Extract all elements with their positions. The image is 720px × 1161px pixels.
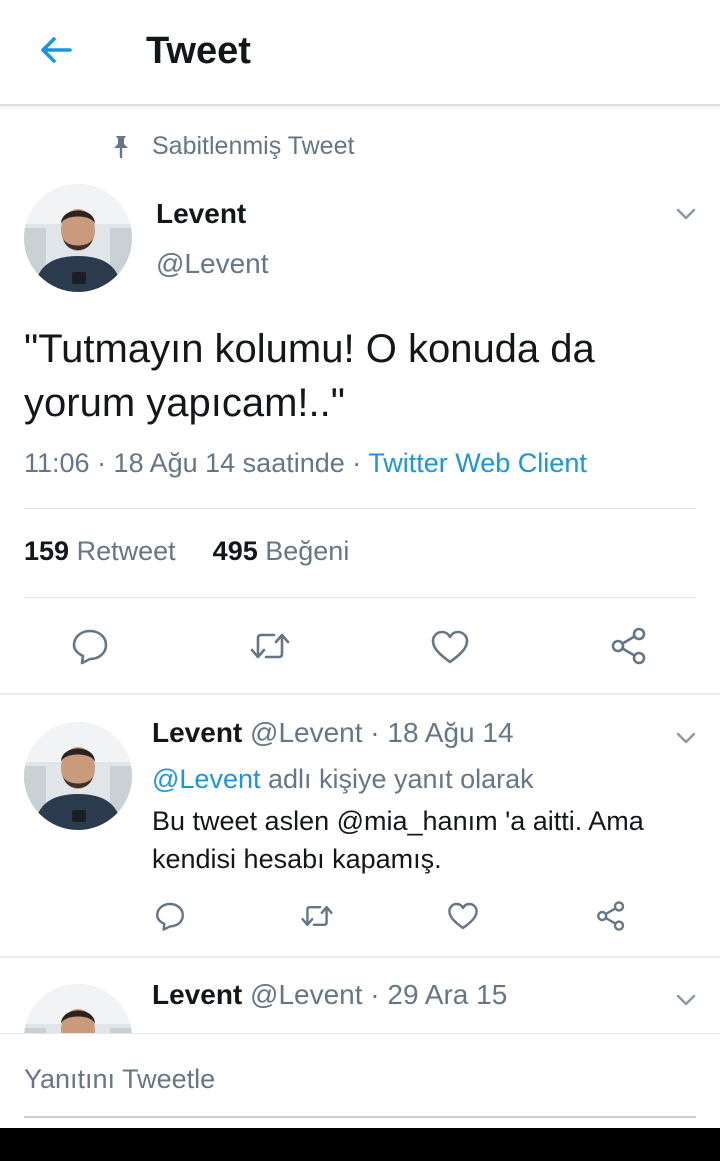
chevron-down-icon[interactable] [674,726,698,750]
author-handle-date[interactable]: @Levent · 29 Ara 15 [250,979,507,1010]
divider [24,597,696,598]
retweet-button[interactable] [248,626,292,666]
reply-header: Levent @Levent · 18 Ağu 14 [152,717,514,749]
heart-icon [448,902,478,930]
retweet-button[interactable] [299,900,335,932]
share-icon [611,627,646,665]
reply-icon [72,629,108,665]
heart-icon [431,630,469,664]
tweet-metadata: 11:06 · 18 Ağu 14 saatinde · Twitter Web… [24,448,587,479]
retweet-icon [250,633,290,659]
share-button[interactable] [595,900,627,932]
like-button[interactable] [446,900,480,932]
separator [0,956,720,958]
pin-icon [114,136,128,159]
back-button[interactable] [36,30,76,70]
reply-button[interactable] [70,626,110,666]
pinned-label: Sabitlenmiş Tweet [152,131,355,160]
chevron-down-icon[interactable] [674,988,698,1012]
engagement-stats: 159 Retweet 495 Beğeni [24,536,349,567]
mention-link[interactable]: @Levent [152,764,260,794]
retweet-icon [301,906,333,926]
top-app-bar: Tweet [0,0,720,106]
reply-header: Levent @Levent · 29 Ara 15 [152,979,507,1011]
reply-text: Bu tweet aslen @mia_hanım 'a aitti. Ama … [152,806,644,874]
tweet-text: "Tutmayın kolumu! O konuda da yorum yapı… [24,327,595,425]
retweet-count[interactable]: 159 [24,536,69,566]
arrow-left-icon [41,37,72,63]
like-label[interactable]: Beğeni [265,536,349,566]
retweet-label[interactable]: Retweet [77,536,176,566]
separator [0,693,720,695]
tweet-client-link[interactable]: Twitter Web Client [368,448,587,478]
avatar[interactable] [24,722,132,830]
author-name[interactable]: Levent [152,979,242,1010]
reply-context-text: adlı kişiye yanıt olarak [260,764,534,794]
author-name[interactable]: Levent [156,198,246,230]
reply-input[interactable]: Yanıtını Tweetle [24,1064,696,1118]
author-name[interactable]: Levent [152,717,242,748]
system-navigation-bar [0,1128,720,1161]
page-title: Tweet [146,30,251,72]
chevron-down-icon[interactable] [674,202,698,226]
share-icon [597,901,625,931]
author-handle-date[interactable]: @Levent · 18 Ağu 14 [250,717,514,748]
like-button[interactable] [429,627,471,667]
like-count[interactable]: 495 [213,536,258,566]
pinned-indicator: Sabitlenmiş Tweet [108,130,354,162]
avatar[interactable] [24,184,132,292]
tweet-timestamp: 11:06 · 18 Ağu 14 saatinde · [24,448,369,478]
divider [24,508,696,509]
reply-compose-bar: Yanıtını Tweetle [0,1033,720,1128]
reply-context: @Levent adlı kişiye yanıt olarak [152,764,534,795]
reply-icon [156,902,184,931]
reply-button[interactable] [154,900,186,932]
share-button[interactable] [609,626,649,666]
author-handle[interactable]: @Levent [156,248,269,280]
